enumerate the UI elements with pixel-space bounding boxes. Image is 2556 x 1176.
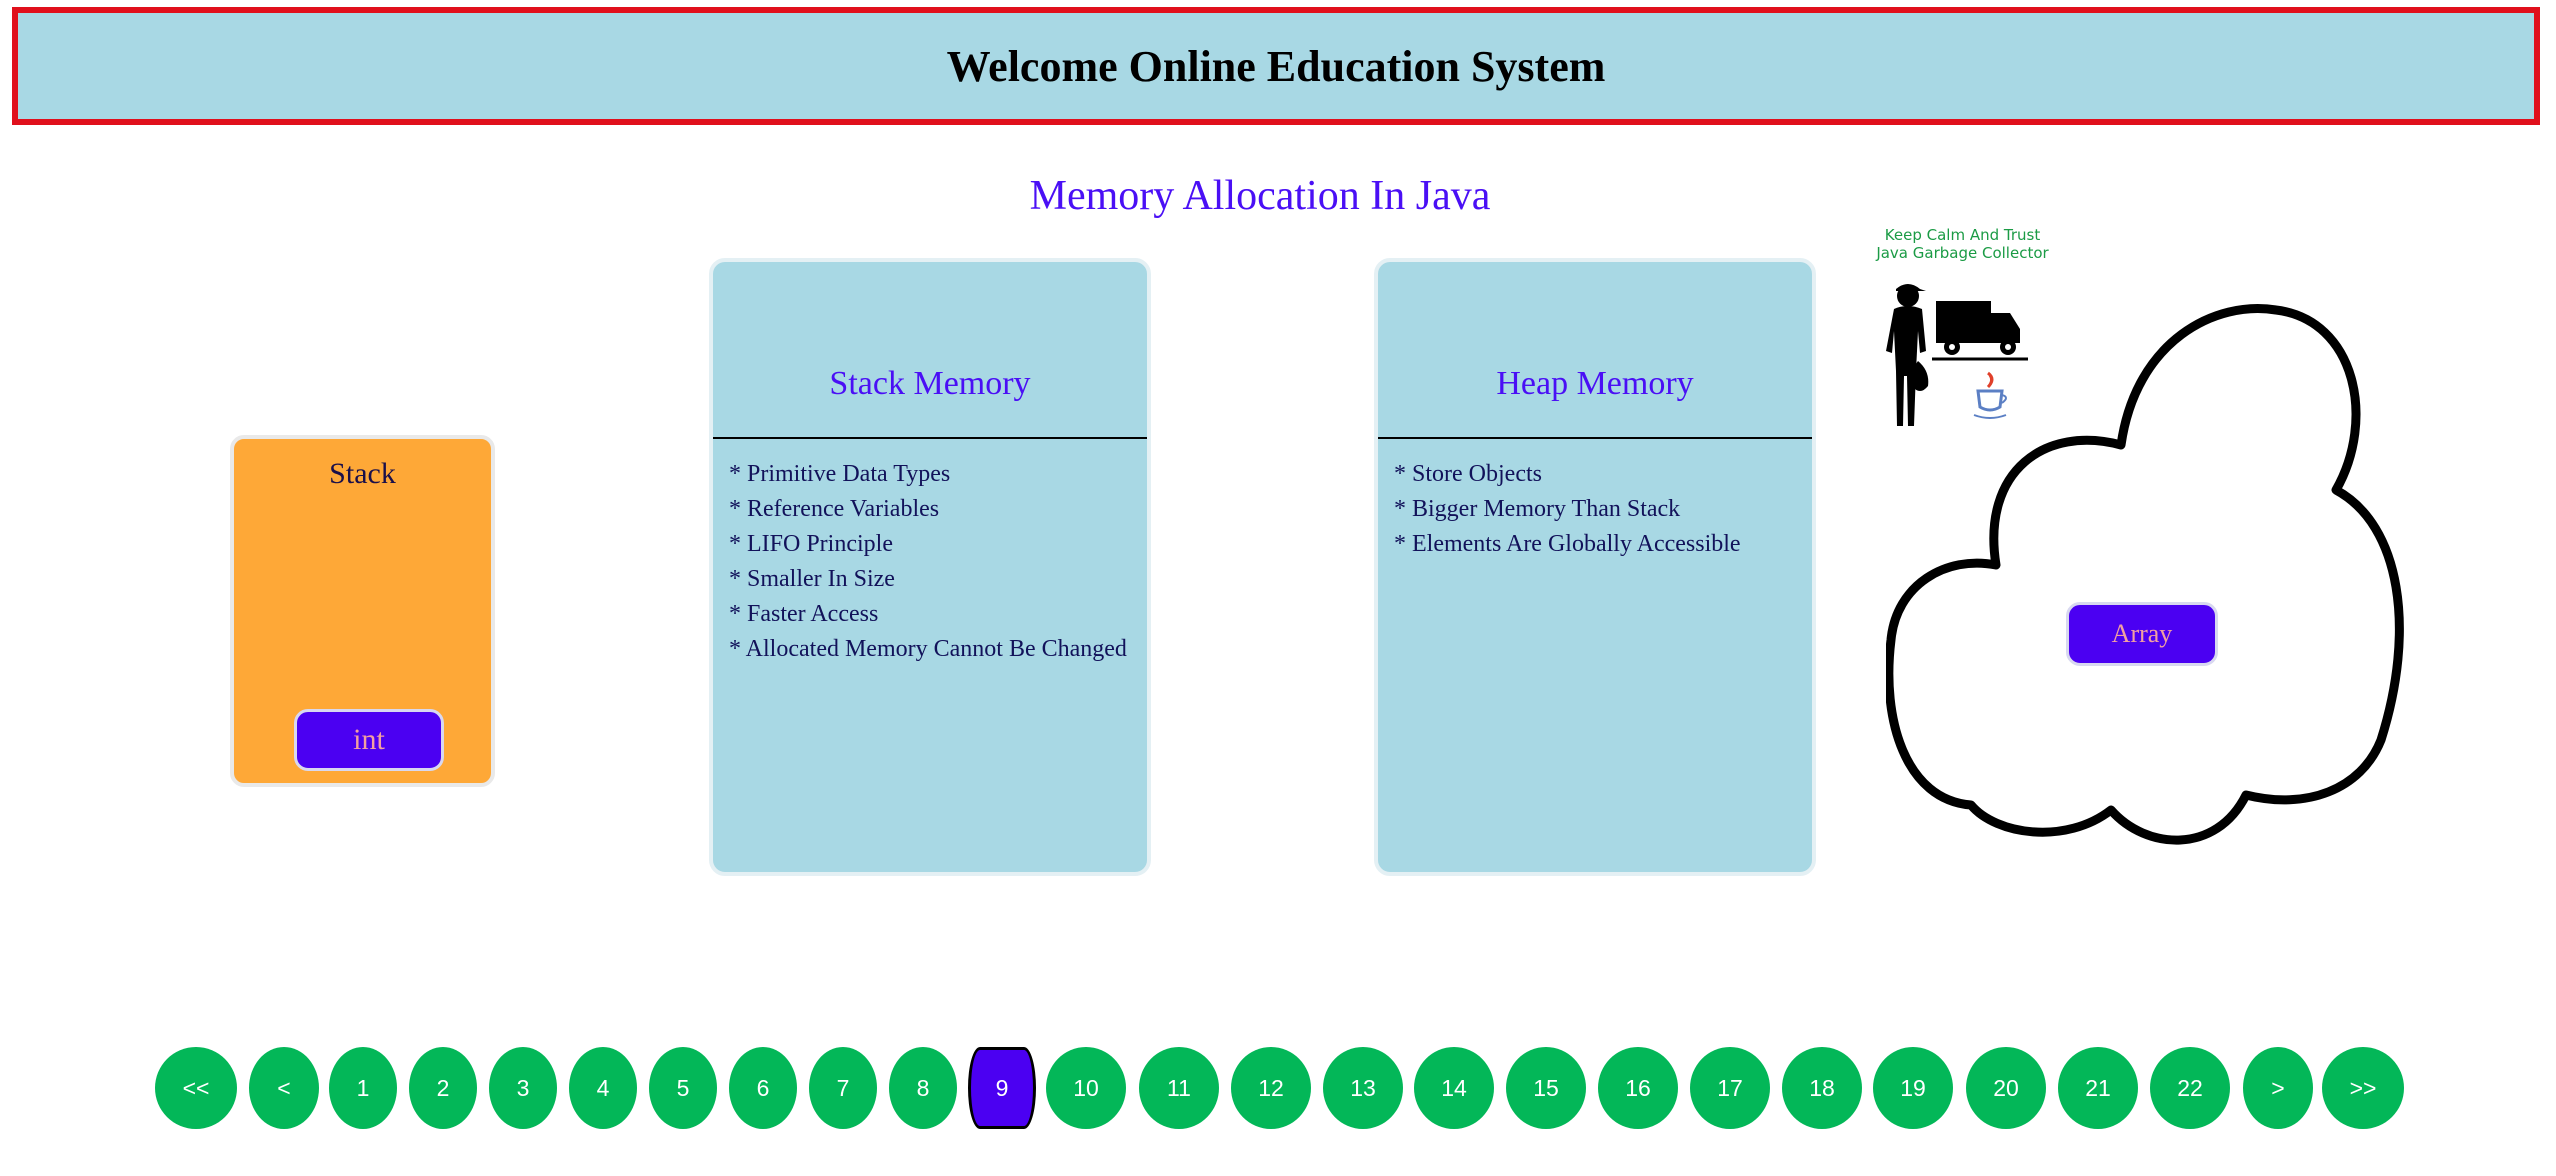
page-button-2[interactable]: 2 — [409, 1047, 477, 1129]
page-button-21[interactable]: 21 — [2058, 1047, 2138, 1129]
page-button-7[interactable]: 7 — [809, 1047, 877, 1129]
next-page-button[interactable]: > — [2243, 1047, 2313, 1129]
stack-memory-card: Stack Memory * Primitive Data Types * Re… — [709, 258, 1151, 876]
list-item: * Allocated Memory Cannot Be Changed — [729, 636, 1127, 662]
page-button-14[interactable]: 14 — [1414, 1047, 1494, 1129]
page-button-18[interactable]: 18 — [1782, 1047, 1862, 1129]
list-item: * Primitive Data Types — [729, 461, 951, 487]
list-item: * Faster Access — [729, 601, 879, 627]
page-button-17[interactable]: 17 — [1690, 1047, 1770, 1129]
heap-memory-list: * Store Objects * Bigger Memory Than Sta… — [1378, 439, 1812, 562]
list-item: * Elements Are Globally Accessible — [1394, 531, 1741, 557]
heap-memory-title: Heap Memory — [1378, 262, 1812, 439]
page: Welcome Online Education System Memory A… — [0, 0, 2556, 1176]
page-button-8[interactable]: 8 — [889, 1047, 957, 1129]
heap-cloud-shape — [1886, 304, 2404, 845]
list-item: * Bigger Memory Than Stack — [1394, 496, 1681, 522]
stack-memory-list: * Primitive Data Types * Reference Varia… — [713, 439, 1147, 667]
list-item: * Reference Variables — [729, 496, 940, 522]
list-item: * LIFO Principle — [729, 531, 893, 557]
page-button-13[interactable]: 13 — [1323, 1047, 1403, 1129]
list-item: * Smaller In Size — [729, 566, 895, 592]
page-button-22[interactable]: 22 — [2150, 1047, 2230, 1129]
stack-memory-title: Stack Memory — [713, 262, 1147, 439]
page-button-15[interactable]: 15 — [1506, 1047, 1586, 1129]
first-page-button[interactable]: << — [155, 1047, 237, 1129]
header-banner: Welcome Online Education System — [12, 7, 2540, 125]
page-button-3[interactable]: 3 — [489, 1047, 557, 1129]
list-item: * Store Objects — [1394, 461, 1542, 487]
page-button-16[interactable]: 16 — [1598, 1047, 1678, 1129]
page-button-10[interactable]: 10 — [1046, 1047, 1126, 1129]
page-button-6[interactable]: 6 — [729, 1047, 797, 1129]
array-button[interactable]: Array — [2066, 602, 2218, 666]
last-page-button[interactable]: >> — [2322, 1047, 2404, 1129]
page-button-4[interactable]: 4 — [569, 1047, 637, 1129]
prev-page-button[interactable]: < — [249, 1047, 319, 1129]
page-button-20[interactable]: 20 — [1966, 1047, 2046, 1129]
page-button-5[interactable]: 5 — [649, 1047, 717, 1129]
stack-container: Stack int — [230, 435, 495, 787]
stack-label: Stack — [329, 457, 396, 490]
page-button-11[interactable]: 11 — [1139, 1047, 1219, 1129]
gc-caption-line1: Keep Calm And Trust — [1884, 226, 2041, 244]
page-button-9[interactable]: 9 — [968, 1047, 1036, 1129]
page-button-1[interactable]: 1 — [329, 1047, 397, 1129]
pagination: << <1 2 3 4 5 6 7 8 9 10 11 12 13 14 15 16 17 18 19 20 21 22 > >… — [0, 1047, 2556, 1129]
heap-memory-card: Heap Memory * Store Objects * Bigger Mem… — [1374, 258, 1816, 876]
int-button[interactable]: int — [294, 709, 444, 771]
page-button-19[interactable]: 19 — [1873, 1047, 1953, 1129]
page-button-12[interactable]: 12 — [1231, 1047, 1311, 1129]
gc-caption-line2: Java Garbage Collector — [1876, 244, 2049, 262]
page-title: Memory Allocation In Java — [1029, 173, 1491, 219]
site-title: Welcome Online Education System — [946, 41, 1606, 91]
